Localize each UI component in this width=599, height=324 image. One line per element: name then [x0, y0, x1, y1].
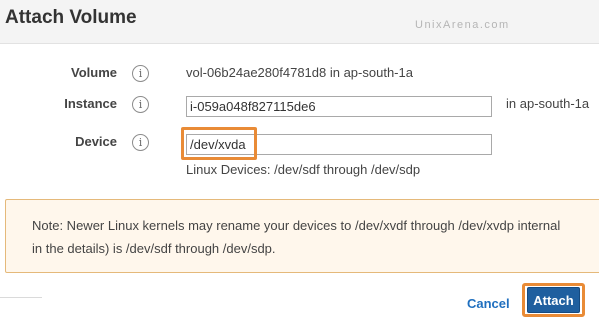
volume-info-icon[interactable]: i — [132, 65, 149, 82]
note-box: Note: Newer Linux kernels may rename you… — [5, 199, 599, 273]
note-line-1: Note: Newer Linux kernels may rename you… — [32, 218, 561, 233]
cancel-button[interactable]: Cancel — [467, 296, 510, 311]
volume-label: Volume — [71, 65, 117, 80]
device-info-icon[interactable]: i — [132, 134, 149, 151]
watermark-text: UnixArena.com — [415, 19, 510, 31]
instance-label: Instance — [64, 96, 117, 111]
dialog-header: Attach Volume UnixArena.com — [0, 0, 599, 44]
footer-divider — [0, 297, 42, 298]
instance-input[interactable] — [186, 96, 492, 117]
device-highlight — [181, 127, 257, 160]
dialog-title: Attach Volume — [5, 7, 137, 28]
attach-button[interactable]: Attach — [527, 287, 580, 313]
instance-info-icon[interactable]: i — [132, 96, 149, 113]
device-label: Device — [75, 134, 117, 149]
volume-value: vol-06b24ae280f4781d8 in ap-south-1a — [186, 65, 413, 80]
note-line-2: in the details) is /dev/sdf through /dev… — [32, 241, 276, 256]
device-helper-text: Linux Devices: /dev/sdf through /dev/sdp — [186, 162, 421, 177]
instance-zone-text: in ap-south-1a — [506, 96, 590, 111]
